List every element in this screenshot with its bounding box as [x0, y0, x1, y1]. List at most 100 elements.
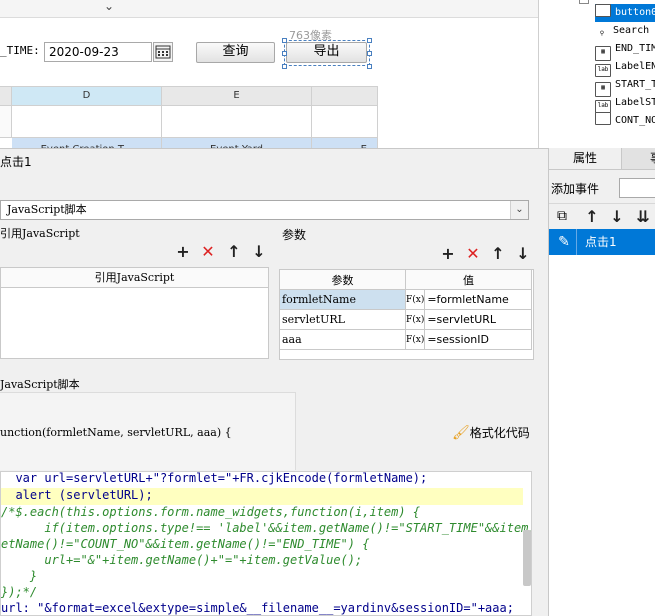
resize-handle[interactable]: [367, 64, 372, 69]
code-line: url: "&format=excel&extype=simple&__file…: [1, 601, 514, 615]
ref-js-column-header: 引用JavaScript: [1, 268, 268, 288]
move-bottom-icon[interactable]: ⇊: [635, 209, 651, 225]
ref-js-table: 引用JavaScript: [0, 267, 269, 359]
formula-icon[interactable]: F(x): [404, 309, 426, 330]
form-designer-canvas: ⌄ _TIME: 2020-09-23 查询 763像素 导出 D E Even…: [0, 0, 538, 148]
format-code-button[interactable]: 🖌格式化代码: [452, 423, 530, 443]
code-editor[interactable]: var url=servletURL+"?formlet="+FR.cjkEnc…: [0, 471, 532, 616]
arrow-down-icon[interactable]: ↓: [251, 244, 267, 260]
params-row[interactable]: formletName F(x) =formletName: [279, 289, 532, 310]
grid-cell[interactable]: [162, 106, 312, 138]
tree-item-end-time[interactable]: ▦ END_TIM: [595, 40, 655, 61]
tree-item-label: Search: [613, 25, 650, 36]
edit-icon: ✎: [558, 234, 570, 250]
resize-handle[interactable]: [282, 51, 287, 56]
tree-item-label-en[interactable]: lab LabelEN: [595, 58, 655, 77]
js-section-label: JavaScript脚本: [0, 378, 80, 391]
tree-item-label: button0: [615, 7, 655, 18]
column-header-d[interactable]: D: [12, 87, 162, 106]
export-button[interactable]: 导出: [286, 42, 367, 63]
tree-item-label-st[interactable]: lab LabelST: [595, 94, 655, 113]
code-line: /*$.each(this.options.form.name_widgets,…: [1, 505, 421, 519]
query-button[interactable]: 查询: [196, 42, 275, 63]
date-label: _TIME:: [0, 44, 40, 57]
tree-item-cont-no[interactable]: CONT_NO: [595, 112, 655, 130]
params-table: 参数 值 formletName F(x) =formletName servl…: [279, 269, 534, 360]
params-header-value: 值: [405, 269, 532, 290]
event-type-select[interactable]: JavaScript脚本 ⌄: [0, 200, 529, 220]
formula-icon[interactable]: F(x): [404, 289, 426, 310]
param-value[interactable]: =servletURL: [424, 309, 532, 330]
tab-properties-label: 属性: [572, 151, 597, 165]
resize-handle[interactable]: [367, 51, 372, 56]
param-name[interactable]: aaa: [279, 329, 406, 350]
param-value[interactable]: =sessionID: [424, 329, 532, 350]
grid-cell[interactable]: E: [312, 138, 378, 148]
code-line: if(item.options.type!== 'label'&&item.ge…: [1, 521, 532, 535]
arrow-down-icon[interactable]: ↓: [609, 209, 625, 225]
grid-cell[interactable]: [312, 106, 378, 138]
grid-cell[interactable]: Event Creation T...: [12, 138, 162, 148]
delete-icon[interactable]: ✕: [465, 246, 481, 262]
textfield-icon: [595, 112, 611, 125]
ref-js-label: 引用JavaScript: [0, 227, 80, 240]
arrow-down-icon[interactable]: ↓: [515, 246, 531, 262]
code-line: });*/: [1, 585, 38, 599]
resize-handle[interactable]: [367, 38, 372, 43]
params-row[interactable]: aaa F(x) =sessionID: [279, 329, 532, 350]
tree-item-label: START_T: [615, 79, 655, 90]
button-icon: [595, 4, 611, 17]
params-row[interactable]: servletURL F(x) =servletURL: [279, 309, 532, 330]
param-name[interactable]: formletName: [279, 289, 406, 310]
copy-icon[interactable]: ⧉: [557, 208, 567, 224]
event-type-value: JavaScript脚本: [7, 203, 87, 216]
date-input[interactable]: 2020-09-23: [44, 42, 152, 62]
delete-icon[interactable]: ✕: [200, 244, 216, 260]
tree-item-label: LabelST: [615, 97, 655, 108]
column-header-f[interactable]: [312, 87, 378, 106]
column-header-e[interactable]: E: [162, 87, 312, 106]
divider: [549, 203, 655, 204]
add-icon[interactable]: +: [440, 246, 456, 262]
tree-expander-icon[interactable]: [579, 0, 589, 4]
arrow-up-icon[interactable]: ↑: [584, 209, 600, 225]
brush-icon: 🖌: [452, 425, 470, 441]
arrow-up-icon[interactable]: ↑: [490, 246, 506, 262]
resize-handle[interactable]: [282, 64, 287, 69]
function-signature-panel: unction(formletName, servletURL, aaa) {: [0, 392, 296, 470]
tree-item-start-time[interactable]: ▦ START_T: [595, 76, 655, 97]
properties-panel: 属性 事 添加事件 ⧉ ↑ ↓ ⇊ ✎ 点击1: [548, 148, 655, 616]
grid-cell[interactable]: Event Yard: [162, 138, 312, 148]
code-line: var url=servletURL+"?formlet="+FR.cjkEnc…: [1, 471, 428, 485]
event-list-empty-area: [549, 255, 655, 616]
tree-item-label: CONT_NO: [615, 115, 655, 126]
arrow-up-icon[interactable]: ↑: [226, 244, 242, 260]
resize-handle[interactable]: [282, 38, 287, 43]
tree-item-search[interactable]: ⚲ Search: [595, 22, 655, 40]
code-line: }: [1, 569, 38, 583]
add-event-select[interactable]: [619, 178, 655, 198]
code-line: alert (servletURL);: [1, 488, 153, 502]
search-icon: ⚲: [595, 29, 609, 40]
formula-icon[interactable]: F(x): [404, 329, 426, 350]
chevron-down-icon[interactable]: ⌄: [510, 201, 528, 219]
dialog-title: 点击1: [0, 155, 32, 169]
add-icon[interactable]: +: [175, 244, 191, 260]
event-item-label: 点击1: [585, 235, 617, 249]
tree-item-button0[interactable]: button0: [595, 4, 655, 22]
designer-top-strip: ⌄: [0, 0, 538, 18]
tab-properties[interactable]: 属性: [549, 148, 621, 170]
params-label: 参数: [282, 228, 307, 242]
param-name[interactable]: servletURL: [279, 309, 406, 330]
param-value[interactable]: =formletName: [424, 289, 532, 310]
grid-cell[interactable]: [12, 106, 162, 138]
event-item[interactable]: ✎ 点击1: [549, 229, 655, 255]
calendar-icon[interactable]: [153, 42, 173, 62]
code-scrollbar-thumb[interactable]: [523, 530, 531, 586]
report-grid: D E Event Creation T... Event Yard E: [0, 86, 378, 148]
row-header: [0, 106, 12, 138]
grid-corner: [0, 87, 12, 106]
tab-events[interactable]: 事: [621, 148, 655, 170]
chevron-down-icon[interactable]: ⌄: [104, 0, 114, 13]
code-line: url+="&"+item.getName()+"="+item.getValu…: [1, 553, 363, 567]
